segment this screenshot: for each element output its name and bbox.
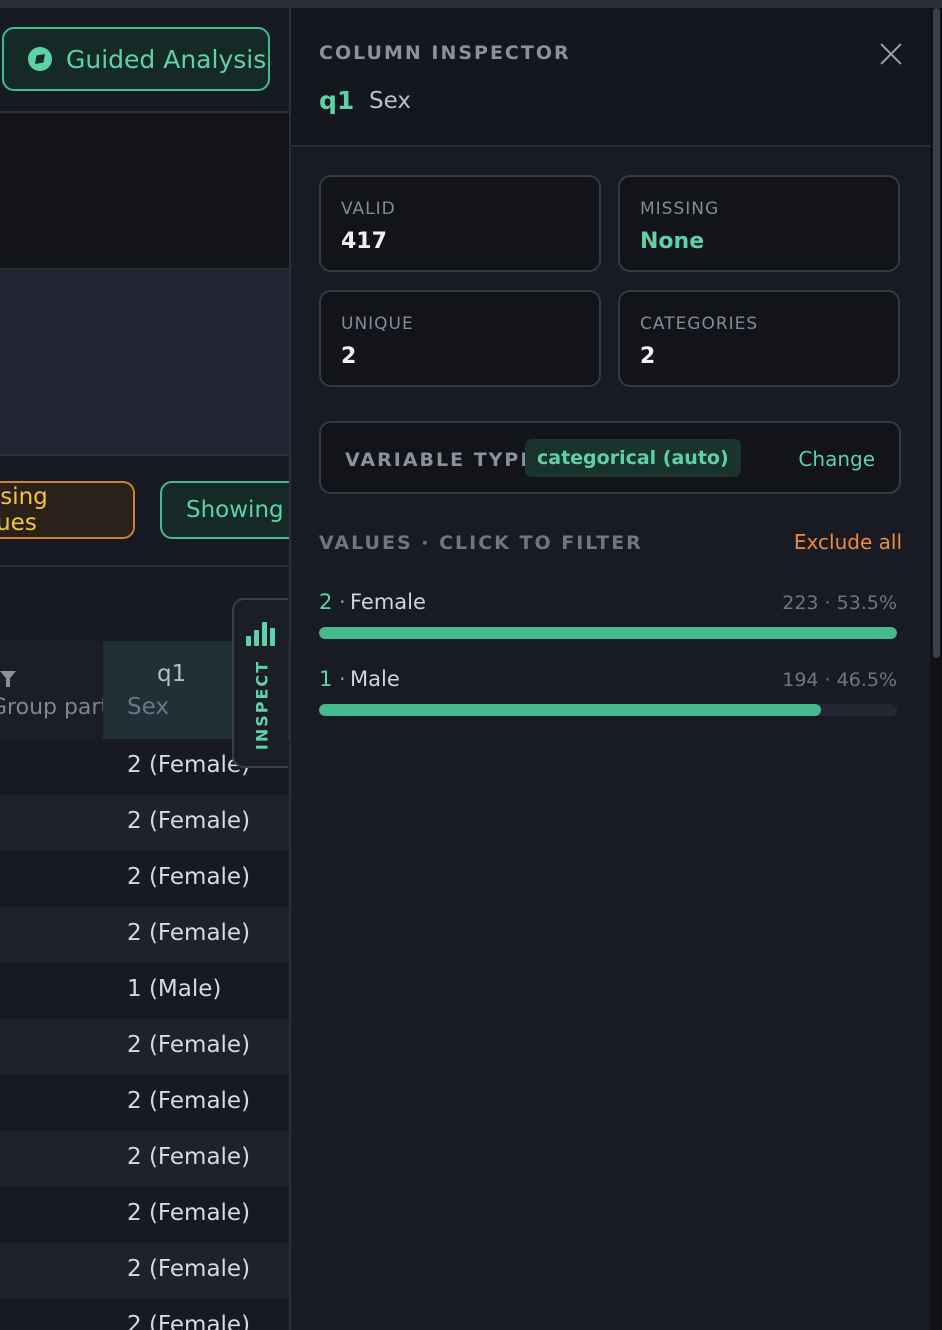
- separator-dot: ·: [339, 590, 346, 614]
- toolbar-area: [0, 114, 289, 270]
- value-bar-track: [319, 704, 897, 716]
- inspect-tab-label: INSPECT: [252, 659, 272, 751]
- cell-value: 2 (Female): [127, 1200, 251, 1226]
- exclude-all-link[interactable]: Exclude all: [794, 530, 902, 554]
- variable-type-badge: categorical (auto): [525, 439, 741, 477]
- showing-values-chip[interactable]: Showing values: [160, 481, 289, 539]
- divider: [0, 454, 289, 456]
- divider: [0, 268, 289, 270]
- cell-value: 2 (Female): [127, 1256, 251, 1282]
- cell-value: 2 (Female): [127, 1032, 251, 1058]
- showing-values-chip-label: Showing values: [186, 497, 289, 523]
- separator-dot: ·: [339, 667, 346, 691]
- stat-value: 2: [341, 344, 357, 369]
- table-row[interactable]: 2 (Female): [0, 1019, 289, 1075]
- inspect-tab[interactable]: INSPECT: [232, 598, 288, 768]
- stat-missing: MISSING None: [618, 175, 900, 272]
- stat-value: 2: [640, 344, 656, 369]
- missing-values-chip[interactable]: Missing values: [0, 481, 135, 539]
- inspector-column-name: Sex: [369, 88, 411, 114]
- cell-value: 2 (Female): [127, 1312, 251, 1330]
- value-label: Female: [350, 590, 426, 614]
- column-inspector-panel: COLUMN INSPECTOR q1 Sex VALID 417 MISSIN…: [289, 8, 932, 1330]
- table-row[interactable]: 1 (Male): [0, 963, 289, 1019]
- value-code: 1: [319, 667, 333, 691]
- table-row[interactable]: 2 (Female): [0, 1299, 289, 1330]
- stat-label: UNIQUE: [341, 314, 414, 334]
- stat-unique: UNIQUE 2: [319, 290, 601, 387]
- column-header-label: Sex: [127, 694, 169, 720]
- bar-chart-icon: [246, 620, 276, 646]
- variable-type-label: VARIABLE TYPE: [345, 449, 536, 471]
- filter-icon[interactable]: [0, 671, 16, 687]
- guided-analysis-button[interactable]: Guided Analysis: [2, 27, 270, 91]
- inspector-title: COLUMN INSPECTOR: [319, 42, 571, 64]
- stat-label: MISSING: [640, 199, 720, 219]
- value-row-male[interactable]: 1 · Male 194 · 46.5%: [319, 667, 897, 727]
- cell-value: 2 (Female): [127, 864, 251, 890]
- summary-area: [0, 271, 289, 455]
- inspector-header: COLUMN INSPECTOR q1 Sex: [291, 8, 932, 147]
- stat-label: VALID: [341, 199, 396, 219]
- table-row[interactable]: 2 (Female): [0, 1187, 289, 1243]
- table-row[interactable]: 2 (Female): [0, 851, 289, 907]
- value-count: 194 · 46.5%: [782, 669, 897, 691]
- value-code: 2: [319, 590, 333, 614]
- change-type-link[interactable]: Change: [798, 447, 875, 471]
- stat-valid: VALID 417: [319, 175, 601, 272]
- values-header: VALUES · CLICK TO FILTER: [319, 532, 643, 554]
- value-label: Male: [350, 667, 400, 691]
- missing-values-chip-label: Missing values: [0, 484, 48, 536]
- table-row[interactable]: 2 (Female): [0, 1131, 289, 1187]
- cell-value: 1 (Male): [127, 976, 222, 1002]
- cell-value: 2 (Female): [127, 808, 251, 834]
- percent-text: 46.5%: [836, 669, 897, 691]
- stat-label: CATEGORIES: [640, 314, 759, 334]
- variable-type-box: VARIABLE TYPE categorical (auto) Change: [319, 421, 901, 494]
- table-row[interactable]: 2 (Female): [0, 795, 289, 851]
- table-row[interactable]: 2 (Female): [0, 1243, 289, 1299]
- scrollbar-thumb[interactable]: [933, 8, 940, 658]
- compass-icon: [28, 47, 52, 71]
- stat-categories: CATEGORIES 2: [618, 290, 900, 387]
- count-text: 223: [782, 592, 819, 614]
- value-row-female[interactable]: 2 · Female 223 · 53.5%: [319, 590, 897, 650]
- stat-value: 417: [341, 229, 387, 254]
- value-bar-track: [319, 627, 897, 639]
- cell-value: 2 (Female): [127, 1088, 251, 1114]
- value-bar-fill: [319, 704, 822, 716]
- divider: [0, 111, 289, 113]
- stat-value: None: [640, 229, 705, 254]
- column-header-prev[interactable]: Group part...: [0, 641, 130, 739]
- table-row[interactable]: 2 (Female): [0, 907, 289, 963]
- column-header-code: q1: [157, 661, 187, 687]
- table-row[interactable]: 2 (Female): [0, 1075, 289, 1131]
- value-bar-fill: [319, 627, 897, 639]
- guided-analysis-label: Guided Analysis: [66, 44, 267, 74]
- inspector-column-code: q1: [319, 86, 355, 115]
- table-body: 2 (Female) 2 (Female) 2 (Female) 2 (Fema…: [0, 739, 289, 1330]
- count-text: 194: [782, 669, 819, 691]
- data-grid-pane: Guided Analysis Missing values Showing v…: [0, 8, 289, 1330]
- value-count: 223 · 53.5%: [782, 592, 897, 614]
- percent-text: 53.5%: [836, 592, 897, 614]
- close-icon[interactable]: [879, 42, 903, 66]
- scrollbar[interactable]: [930, 8, 942, 1330]
- cell-value: 2 (Female): [127, 920, 251, 946]
- divider: [0, 565, 289, 567]
- cell-value: 2 (Female): [127, 1144, 251, 1170]
- window-top-strip: [0, 0, 942, 8]
